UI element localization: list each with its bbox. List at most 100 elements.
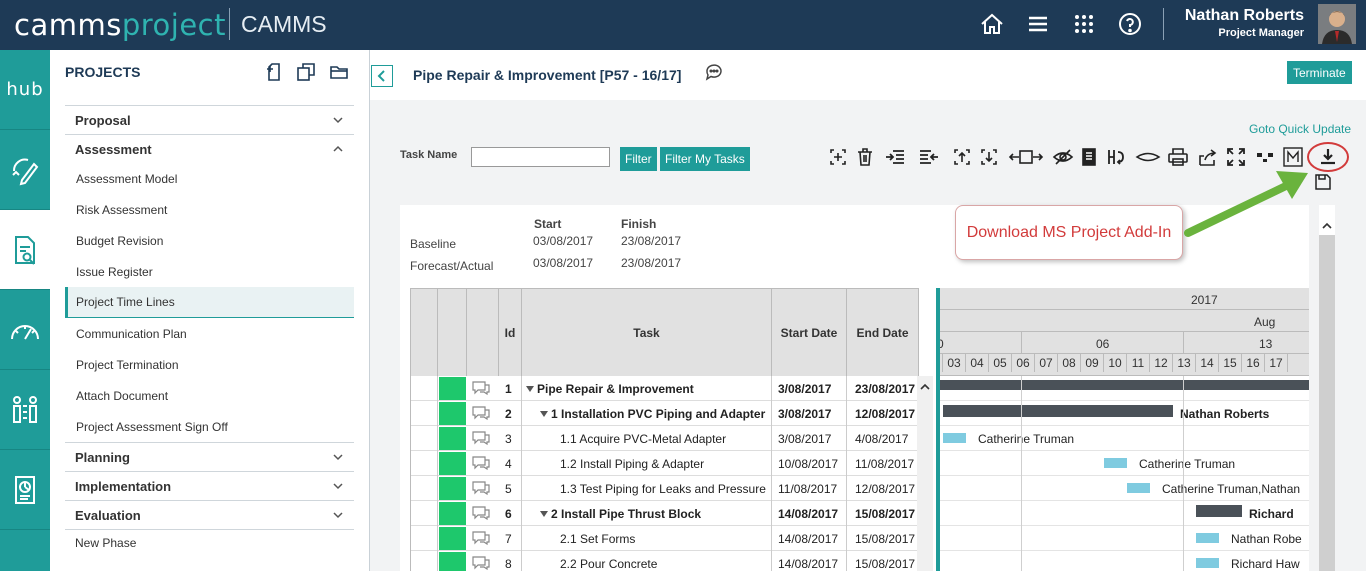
nav-item-issue-register[interactable]: Issue Register	[65, 256, 354, 287]
summary-bar[interactable]	[1196, 505, 1242, 517]
scroll-up-icon[interactable]	[920, 382, 930, 392]
comment-icon[interactable]	[471, 455, 491, 471]
move-up-icon[interactable]	[951, 146, 973, 168]
view-icon[interactable]	[1135, 146, 1161, 168]
menu-icon[interactable]	[1024, 10, 1052, 38]
comment-icon[interactable]	[471, 530, 491, 546]
collapse-caret-icon[interactable]	[540, 510, 548, 517]
table-row[interactable]: 21 Installation PVC Piping and Adapter 3/…	[411, 401, 919, 426]
rail-projects[interactable]	[0, 210, 50, 290]
cell-task[interactable]: 2 Install Pipe Thrust Block	[522, 501, 772, 526]
notes-icon[interactable]	[1078, 146, 1100, 168]
task-bar[interactable]	[1104, 458, 1127, 468]
link-tasks-icon[interactable]	[1105, 146, 1127, 168]
add-task-icon[interactable]	[827, 146, 849, 168]
hide-icon[interactable]	[1052, 146, 1074, 168]
filter-button[interactable]: Filter	[620, 147, 657, 171]
expand-width-icon[interactable]	[1008, 146, 1044, 168]
nav-section-proposal[interactable]: Proposal	[65, 105, 354, 134]
cell-task[interactable]: 2.2 Pour Concrete	[522, 551, 772, 571]
nav-section-assessment[interactable]: Assessment	[65, 134, 354, 163]
grid-header-start-date[interactable]: Start Date	[772, 289, 847, 377]
move-down-icon[interactable]	[978, 146, 1000, 168]
table-row[interactable]: 5 1.3 Test Piping for Leaks and Pressure 1…	[411, 476, 919, 501]
row-select[interactable]	[411, 376, 438, 401]
nav-item-project-time-lines[interactable]: Project Time Lines	[65, 287, 354, 318]
copy-icon[interactable]	[296, 62, 316, 82]
apps-grid-icon[interactable]	[1070, 10, 1098, 38]
page-scrollbar[interactable]	[1319, 205, 1335, 571]
outdent-icon[interactable]	[918, 146, 940, 168]
avatar[interactable]	[1318, 4, 1356, 44]
terminate-button[interactable]: Terminate	[1287, 61, 1352, 84]
nav-section-evaluation[interactable]: Evaluation	[65, 500, 354, 529]
row-select[interactable]	[411, 551, 438, 571]
comment-icon[interactable]	[704, 62, 724, 82]
nav-item-project-termination[interactable]: Project Termination	[65, 349, 354, 380]
row-select[interactable]	[411, 501, 438, 526]
cell-task[interactable]: 2.1 Set Forms	[522, 526, 772, 551]
nav-section-implementation[interactable]: Implementation	[65, 471, 354, 500]
comment-icon[interactable]	[471, 405, 491, 421]
rail-edit[interactable]	[0, 130, 50, 210]
rail-people[interactable]	[0, 370, 50, 450]
table-row[interactable]: 3 1.1 Acquire PVC-Metal Adapter 3/08/2017 4…	[411, 426, 919, 451]
collapse-caret-icon[interactable]	[540, 410, 548, 417]
row-select[interactable]	[411, 476, 438, 501]
row-select[interactable]	[411, 526, 438, 551]
cell-task[interactable]: 1.3 Test Piping for Leaks and Pressure	[522, 476, 772, 501]
nav-item-budget-revision[interactable]: Budget Revision	[65, 225, 354, 256]
task-bar[interactable]	[943, 433, 966, 443]
goto-quick-update-link[interactable]: Goto Quick Update	[1249, 122, 1351, 136]
rail-dashboard[interactable]	[0, 290, 50, 370]
cell-task[interactable]: Pipe Repair & Improvement	[522, 376, 772, 401]
nav-item-assessment-model[interactable]: Assessment Model	[65, 163, 354, 194]
indent-icon[interactable]	[884, 146, 906, 168]
row-select[interactable]	[411, 426, 438, 451]
nav-item-risk-assessment[interactable]: Risk Assessment	[65, 194, 354, 225]
user-name[interactable]: Nathan Roberts	[1185, 7, 1304, 25]
table-row[interactable]: 8 2.2 Pour Concrete 14/08/2017 15/08/2017	[411, 551, 919, 571]
scroll-up-icon[interactable]	[1322, 221, 1332, 231]
grid-scrollbar[interactable]	[917, 376, 933, 571]
nav-item-new-phase[interactable]: New Phase	[65, 529, 354, 556]
task-name-input[interactable]	[471, 147, 610, 167]
collapse-caret-icon[interactable]	[526, 385, 534, 392]
comment-icon[interactable]	[471, 380, 491, 396]
filter-my-tasks-button[interactable]: Filter My Tasks	[660, 147, 750, 171]
folder-icon[interactable]	[329, 62, 349, 82]
cell-task[interactable]: 1 Installation PVC Piping and Adapter	[522, 401, 772, 426]
app-logo[interactable]: cammsproject	[14, 8, 226, 42]
summary-bar[interactable]	[943, 405, 1173, 417]
home-icon[interactable]	[978, 10, 1006, 38]
cell-task[interactable]: 1.2 Install Piping & Adapter	[522, 451, 772, 476]
row-select[interactable]	[411, 401, 438, 426]
nav-section-planning[interactable]: Planning	[65, 442, 354, 471]
new-document-icon[interactable]	[265, 62, 285, 82]
task-bar[interactable]	[1196, 533, 1219, 543]
comment-icon[interactable]	[471, 430, 491, 446]
row-select[interactable]	[411, 451, 438, 476]
table-row[interactable]: 7 2.1 Set Forms 14/08/2017 15/08/2017	[411, 526, 919, 551]
nav-item-communication-plan[interactable]: Communication Plan	[65, 318, 354, 349]
grid-header-task[interactable]: Task	[522, 289, 772, 377]
table-row[interactable]: 1 Pipe Repair & Improvement 3/08/2017 23/08…	[411, 376, 919, 401]
table-row[interactable]: 4 1.2 Install Piping & Adapter 10/08/2017 1…	[411, 451, 919, 476]
grid-header-end-date[interactable]: End Date	[847, 289, 919, 377]
comment-icon[interactable]	[471, 505, 491, 521]
task-bar[interactable]	[1196, 558, 1219, 568]
delete-icon[interactable]	[854, 146, 876, 168]
nav-item-project-assessment-sign-off[interactable]: Project Assessment Sign Off	[65, 411, 354, 442]
scroll-thumb[interactable]	[1319, 235, 1335, 571]
summary-bar[interactable]	[940, 380, 1309, 390]
comment-icon[interactable]	[471, 480, 491, 496]
nav-item-attach-document[interactable]: Attach Document	[65, 380, 354, 411]
comment-icon[interactable]	[471, 555, 491, 571]
table-row[interactable]: 62 Install Pipe Thrust Block 14/08/2017 15…	[411, 501, 919, 526]
rail-hub[interactable]: hub	[0, 50, 50, 130]
collapse-panel-button[interactable]	[371, 65, 393, 87]
help-icon[interactable]	[1116, 10, 1144, 38]
task-bar[interactable]	[1127, 483, 1150, 493]
rail-reports[interactable]	[0, 450, 50, 530]
grid-header-id[interactable]: Id	[499, 289, 522, 377]
